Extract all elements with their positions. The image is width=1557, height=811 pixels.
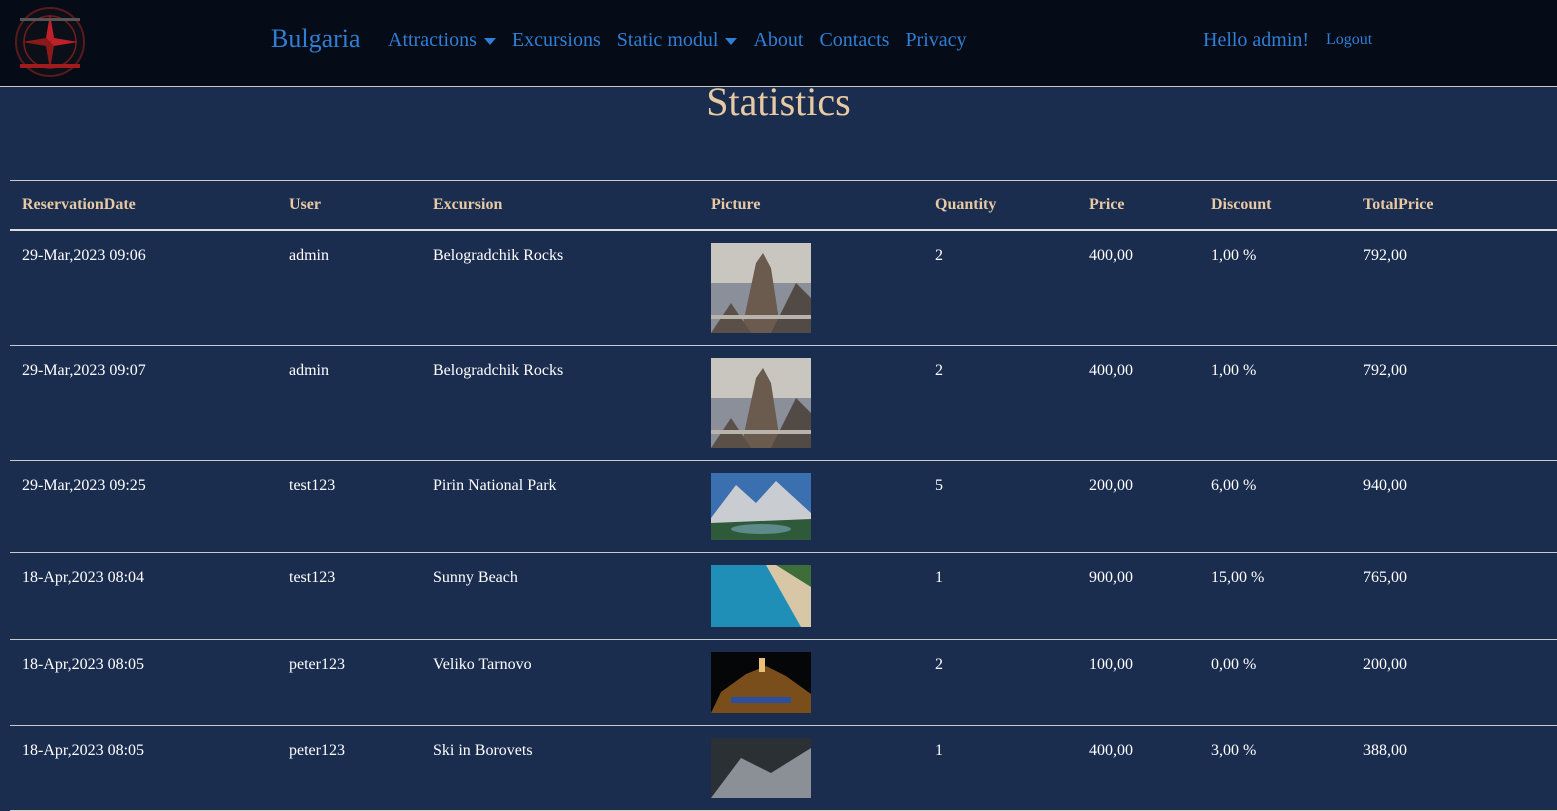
col-total-price: TotalPrice bbox=[1363, 196, 1434, 213]
cell-total: 765,00 bbox=[1363, 569, 1407, 586]
rocks-picture bbox=[711, 243, 811, 333]
cell-excursion: Ski in Borovets bbox=[433, 742, 533, 759]
nav-attractions-label: Attractions bbox=[388, 29, 477, 51]
table-body: 29-Mar,2023 09:06 admin Belogradchik Roc… bbox=[10, 230, 1557, 811]
col-picture: Picture bbox=[711, 196, 761, 213]
cell-excursion: Belogradchik Rocks bbox=[433, 362, 564, 379]
nav-static-modul[interactable]: Static modul bbox=[617, 29, 738, 52]
cell-quantity: 1 bbox=[935, 569, 943, 586]
table-row: 29-Mar,2023 09:06 admin Belogradchik Roc… bbox=[10, 230, 1557, 346]
col-price: Price bbox=[1089, 196, 1125, 213]
table-row: 29-Mar,2023 09:07 admin Belogradchik Roc… bbox=[10, 346, 1557, 461]
cell-price: 400,00 bbox=[1089, 742, 1133, 759]
cell-date: 18-Apr,2023 08:05 bbox=[22, 742, 145, 759]
mountains-picture bbox=[711, 473, 811, 540]
cell-discount: 1,00 % bbox=[1211, 247, 1257, 264]
col-discount: Discount bbox=[1211, 196, 1272, 213]
cell-total: 940,00 bbox=[1363, 477, 1407, 494]
cell-picture bbox=[699, 230, 923, 346]
cell-date: 29-Mar,2023 09:06 bbox=[22, 247, 146, 264]
cell-total: 792,00 bbox=[1363, 362, 1407, 379]
cell-discount: 1,00 % bbox=[1211, 362, 1257, 379]
nav-static-modul-label: Static modul bbox=[616, 29, 719, 51]
cell-quantity: 1 bbox=[935, 742, 943, 759]
col-user: User bbox=[289, 196, 321, 213]
nav-links: Attractions Excursions Static modul Abou… bbox=[388, 29, 983, 52]
cell-excursion: Belogradchik Rocks bbox=[433, 247, 564, 264]
table-row: 29-Mar,2023 09:25 test123 Pirin National… bbox=[10, 461, 1557, 553]
cell-user: admin bbox=[289, 362, 329, 379]
col-reservation-date: ReservationDate bbox=[22, 196, 136, 213]
cell-total: 388,00 bbox=[1363, 742, 1407, 759]
nav-excursions[interactable]: Excursions bbox=[512, 29, 601, 52]
nav-contacts[interactable]: Contacts bbox=[819, 29, 889, 52]
greeting-link[interactable]: Hello admin! bbox=[1203, 29, 1309, 52]
cell-excursion: Pirin National Park bbox=[433, 477, 557, 494]
cell-total: 200,00 bbox=[1363, 656, 1407, 673]
cell-user: peter123 bbox=[289, 656, 345, 673]
beach-picture bbox=[711, 565, 811, 627]
ski-picture bbox=[711, 738, 811, 798]
cell-date: 18-Apr,2023 08:05 bbox=[22, 656, 145, 673]
cell-discount: 15,00 % bbox=[1211, 569, 1265, 586]
cell-user: peter123 bbox=[289, 742, 345, 759]
cell-price: 400,00 bbox=[1089, 247, 1133, 264]
cell-user: test123 bbox=[289, 569, 336, 586]
brand-link[interactable]: Bulgaria bbox=[271, 24, 361, 54]
chevron-down-icon bbox=[483, 38, 496, 45]
cell-price: 200,00 bbox=[1089, 477, 1133, 494]
cell-discount: 0,00 % bbox=[1211, 656, 1257, 673]
cell-discount: 3,00 % bbox=[1211, 742, 1257, 759]
statistics-table: ReservationDate User Excursion Picture Q… bbox=[10, 180, 1557, 811]
col-excursion: Excursion bbox=[433, 196, 503, 213]
col-quantity: Quantity bbox=[935, 196, 997, 213]
cell-quantity: 2 bbox=[935, 656, 943, 673]
cell-picture bbox=[699, 640, 923, 726]
logout-button[interactable]: Logout bbox=[1326, 31, 1372, 49]
table-header: ReservationDate User Excursion Picture Q… bbox=[10, 180, 1557, 230]
page-title: Statistics bbox=[706, 79, 851, 124]
table-row: 18-Apr,2023 08:05 peter123 Veliko Tarnov… bbox=[10, 640, 1557, 726]
nav-privacy[interactable]: Privacy bbox=[905, 29, 966, 52]
rocks-picture bbox=[711, 358, 811, 448]
cell-picture bbox=[699, 461, 923, 553]
cell-user: admin bbox=[289, 247, 329, 264]
cell-date: 29-Mar,2023 09:07 bbox=[22, 362, 146, 379]
cell-date: 18-Apr,2023 08:04 bbox=[22, 569, 145, 586]
cell-price: 400,00 bbox=[1089, 362, 1133, 379]
top-navbar: Bulgaria Attractions Excursions Static m… bbox=[0, 0, 1557, 87]
cell-excursion: Veliko Tarnovo bbox=[433, 656, 532, 673]
nav-attractions[interactable]: Attractions bbox=[388, 29, 496, 52]
cell-total: 792,00 bbox=[1363, 247, 1407, 264]
cell-picture bbox=[699, 726, 923, 811]
table-row: 18-Apr,2023 08:05 peter123 Ski in Borove… bbox=[10, 726, 1557, 811]
chevron-down-icon bbox=[725, 38, 738, 45]
cell-discount: 6,00 % bbox=[1211, 477, 1257, 494]
cell-price: 100,00 bbox=[1089, 656, 1133, 673]
cell-excursion: Sunny Beach bbox=[433, 569, 518, 586]
night-city-picture bbox=[711, 652, 811, 713]
compass-logo-icon[interactable] bbox=[14, 6, 86, 78]
cell-picture bbox=[699, 346, 923, 461]
cell-user: test123 bbox=[289, 477, 336, 494]
cell-quantity: 2 bbox=[935, 362, 943, 379]
table-row: 18-Apr,2023 08:04 test123 Sunny Beach 1 … bbox=[10, 553, 1557, 640]
cell-date: 29-Mar,2023 09:25 bbox=[22, 477, 146, 494]
cell-picture bbox=[699, 553, 923, 640]
cell-quantity: 2 bbox=[935, 247, 943, 264]
nav-about[interactable]: About bbox=[753, 29, 803, 52]
cell-price: 900,00 bbox=[1089, 569, 1133, 586]
cell-quantity: 5 bbox=[935, 477, 943, 494]
